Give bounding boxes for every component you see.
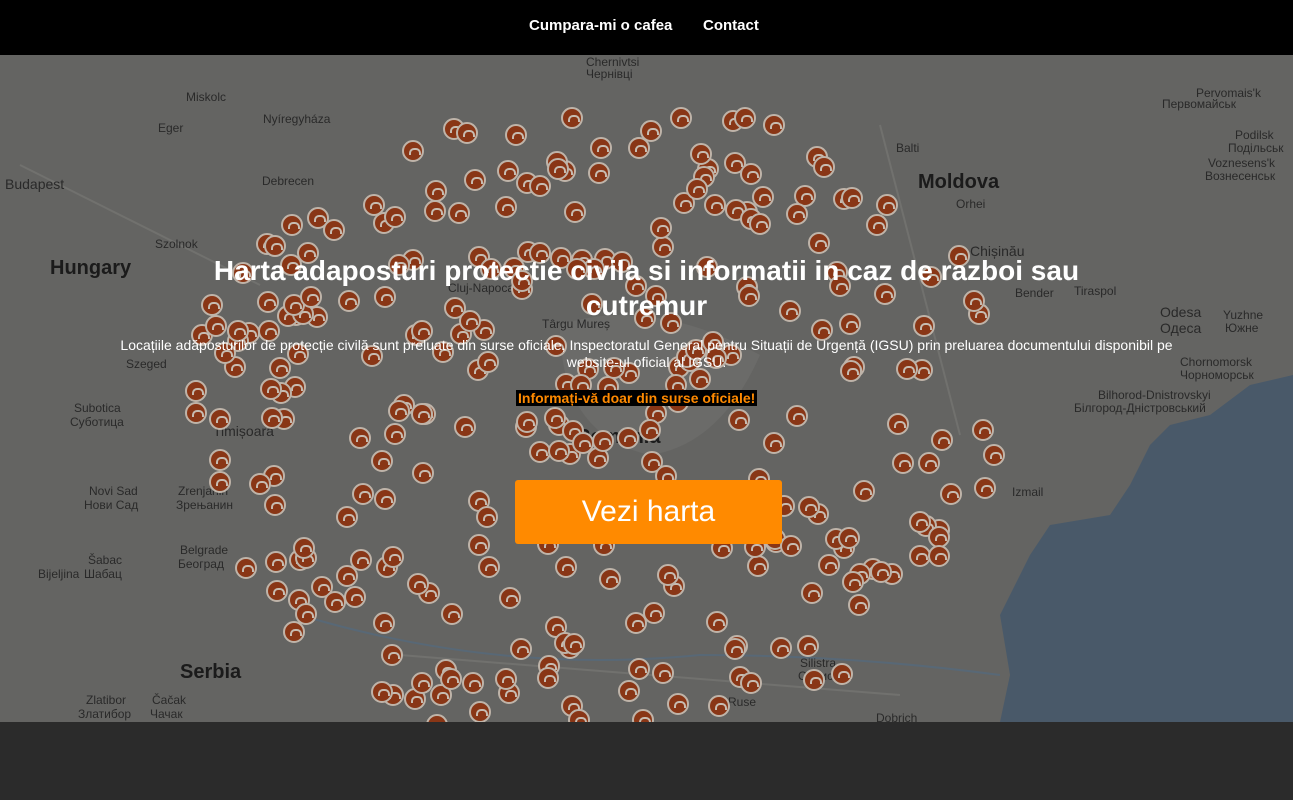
official-sources-warning: Informați-vă doar din surse oficiale! [516, 390, 758, 406]
top-nav: Cumpara-mi o cafea Contact [0, 0, 1293, 55]
hero-overlay [0, 55, 1293, 722]
page-subtitle: Locațiile adăposturilor de protecție civ… [120, 337, 1173, 370]
nav-link-contact[interactable]: Contact [703, 17, 759, 34]
view-map-button[interactable]: Vezi harta [515, 480, 782, 544]
nav-link-coffee[interactable]: Cumpara-mi o cafea [529, 17, 672, 34]
page-footer [0, 722, 1293, 800]
hero-map-section: Miskolc Nyíregyháza Eger Budapest Debrec… [0, 55, 1293, 722]
page-title: Harta adaposturi protectie civila si inf… [213, 255, 1080, 321]
